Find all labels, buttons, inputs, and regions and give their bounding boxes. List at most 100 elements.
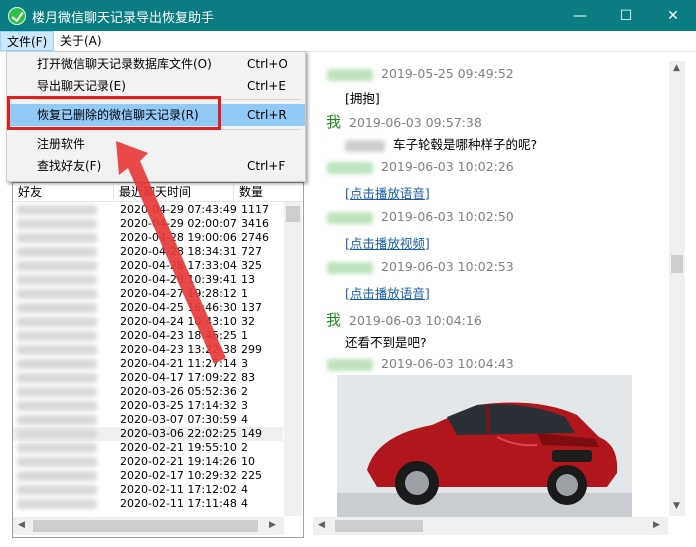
maximize-button[interactable]: ☐ <box>603 0 649 31</box>
chat-message-text: 车子轮毂是哪种样子的呢? <box>345 134 537 153</box>
close-button[interactable]: ✕ <box>650 0 696 31</box>
contacts-vertical-scrollbar[interactable] <box>284 202 302 516</box>
scroll-down-icon[interactable]: ▼ <box>673 501 680 511</box>
scroll-right-icon[interactable]: ▶ <box>653 520 660 530</box>
friend-name-redacted <box>17 499 97 509</box>
message-count: 3 <box>241 357 248 370</box>
scrollbar-thumb[interactable] <box>33 520 258 532</box>
scroll-up-icon[interactable]: ▲ <box>673 63 680 73</box>
message-count: 4 <box>241 413 248 426</box>
menu-item-export-chat[interactable]: 导出聊天记录(E) Ctrl+E <box>7 75 305 97</box>
menu-item-shortcut: Ctrl+R <box>247 108 287 122</box>
chat-horizontal-scrollbar[interactable]: ◀ ▶ <box>313 517 668 535</box>
contacts-horizontal-scrollbar[interactable]: ◀ ▶ <box>13 517 284 535</box>
menu-item-open-database[interactable]: 打开微信聊天记录数据库文件(O) Ctrl+O <box>7 53 305 75</box>
column-header-friend[interactable]: 好友 <box>13 183 114 201</box>
table-row[interactable]: 2020-04-27 19:28:12 1 <box>13 287 283 301</box>
table-row[interactable]: 2020-03-25 17:14:32 3 <box>13 399 283 413</box>
last-chat-time: 2020-04-23 13:22:38 <box>120 343 237 356</box>
friend-name-redacted <box>17 247 97 257</box>
scroll-right-icon[interactable]: ▶ <box>269 520 276 530</box>
menu-item-find-friend[interactable]: 查找好友(F) Ctrl+F <box>7 155 305 177</box>
table-row[interactable]: 2020-04-21 11:27:14 3 <box>13 357 283 371</box>
chat-media-link[interactable]: [点击播放语音] <box>345 183 430 202</box>
scrollbar-thumb[interactable] <box>671 255 683 273</box>
last-chat-time: 2020-02-21 19:55:10 <box>120 441 237 454</box>
sender-name-redacted <box>327 358 373 371</box>
last-chat-time: 2020-04-29 02:00:07 <box>120 217 237 230</box>
table-row[interactable]: 2020-04-29 07:43:49 1117 <box>13 203 283 217</box>
last-chat-time: 2020-04-27 19:28:12 <box>120 287 237 300</box>
table-row[interactable]: 2020-03-06 22:02:25 149 <box>13 427 283 441</box>
app-logo-icon <box>8 7 26 25</box>
message-timestamp: 2019-05-25 09:49:52 <box>381 66 514 81</box>
table-row[interactable]: 2020-03-26 05:52:36 2 <box>13 385 283 399</box>
scrollbar-thumb[interactable] <box>335 520 423 532</box>
message-count: 225 <box>241 469 262 482</box>
friend-name-redacted <box>17 373 97 383</box>
table-row[interactable]: 2020-04-24 10:43:10 32 <box>13 315 283 329</box>
chat-message-header: 2019-06-03 10:02:26 <box>327 159 514 174</box>
message-content[interactable]: [点击播放视频] <box>345 236 430 251</box>
message-timestamp: 2019-06-03 10:02:26 <box>381 159 514 174</box>
chat-image-red-suv[interactable] <box>337 375 632 517</box>
friend-name-redacted <box>17 275 97 285</box>
chat-message-header: 我 2019-06-03 10:04:16 <box>326 309 482 330</box>
menu-item-shortcut: Ctrl+O <box>247 57 288 71</box>
table-row[interactable]: 2020-02-17 10:29:32 225 <box>13 469 283 483</box>
menu-item-register[interactable]: 注册软件 <box>7 133 305 155</box>
message-count: 3 <box>241 399 248 412</box>
menu-item-label: 注册软件 <box>37 137 86 151</box>
table-row[interactable]: 2020-02-21 19:55:10 2 <box>13 441 283 455</box>
sender-me-label: 我 <box>326 311 342 329</box>
column-header-count[interactable]: 数量 <box>234 183 284 201</box>
contacts-list[interactable]: 好友 最近聊天时间 数量 2020-04-29 07:43:49 1117 2020… <box>12 182 304 538</box>
table-row[interactable]: 2020-02-11 17:12:02 4 <box>13 483 283 497</box>
menu-item-shortcut: Ctrl+F <box>247 159 286 173</box>
minimize-button[interactable]: — <box>557 0 603 31</box>
message-content[interactable]: [点击播放语音] <box>345 186 430 201</box>
annotation-highlight-box <box>7 96 221 130</box>
friend-name-redacted <box>17 457 97 467</box>
friend-name-redacted <box>17 331 97 341</box>
menu-about[interactable]: 关于(A) <box>54 31 108 51</box>
chat-media-link[interactable]: [点击播放视频] <box>345 233 430 252</box>
table-row[interactable]: 2020-04-23 18:45:25 1 <box>13 329 283 343</box>
car-photo-icon <box>337 375 632 517</box>
menu-file[interactable]: 文件(F) <box>0 31 55 51</box>
scrollbar-thumb[interactable] <box>286 206 300 222</box>
chat-vertical-scrollbar[interactable]: ▲ ▼ <box>669 61 685 516</box>
message-timestamp: 2019-06-03 10:04:43 <box>381 356 514 371</box>
table-row[interactable]: 2020-04-28 10:39:41 13 <box>13 273 283 287</box>
last-chat-time: 2020-04-28 19:00:06 <box>120 231 237 244</box>
menu-bar: 文件(F) 关于(A) <box>0 31 696 52</box>
chat-message-header: 我 2019-06-03 09:57:38 <box>326 111 482 132</box>
friend-name-redacted <box>17 443 97 453</box>
column-header-last-chat-time[interactable]: 最近聊天时间 <box>114 183 234 201</box>
scroll-left-icon[interactable]: ◀ <box>18 520 25 530</box>
table-row[interactable]: 2020-04-23 13:22:38 299 <box>13 343 283 357</box>
message-content[interactable]: [点击播放语音] <box>345 286 430 301</box>
chat-message-text: 还看不到是吧? <box>345 332 427 351</box>
menu-item-label: 导出聊天记录(E) <box>37 79 126 93</box>
friend-name-redacted <box>17 317 97 327</box>
menu-item-label: 查找好友(F) <box>37 159 102 173</box>
table-row[interactable]: 2020-03-07 07:30:59 4 <box>13 413 283 427</box>
table-row[interactable]: 2020-04-17 17:09:22 83 <box>13 371 283 385</box>
message-count: 1 <box>241 329 248 342</box>
table-row[interactable]: 2020-04-28 18:34:31 727 <box>13 245 283 259</box>
scroll-left-icon[interactable]: ◀ <box>318 520 325 530</box>
message-timestamp: 2019-06-03 10:02:53 <box>381 259 514 274</box>
friend-name-redacted <box>17 387 97 397</box>
friend-name-redacted <box>17 233 97 243</box>
table-row[interactable]: 2020-02-11 17:11:48 4 <box>13 497 283 511</box>
table-row[interactable]: 2020-04-29 02:00:07 3416 <box>13 217 283 231</box>
table-row[interactable]: 2020-04-28 19:00:06 2746 <box>13 231 283 245</box>
table-row[interactable]: 2020-04-28 17:33:04 325 <box>13 259 283 273</box>
table-row[interactable]: 2020-02-21 19:14:26 10 <box>13 455 283 469</box>
message-count: 2 <box>241 441 248 454</box>
table-row[interactable]: 2020-04-25 16:46:30 137 <box>13 301 283 315</box>
chat-media-link[interactable]: [点击播放语音] <box>345 283 430 302</box>
chat-view[interactable]: 2019-05-25 09:49:52 [拥抱] 我 2019-06-03 09:57… <box>313 61 668 536</box>
menu-item-label: 打开微信聊天记录数据库文件(O) <box>37 57 212 71</box>
